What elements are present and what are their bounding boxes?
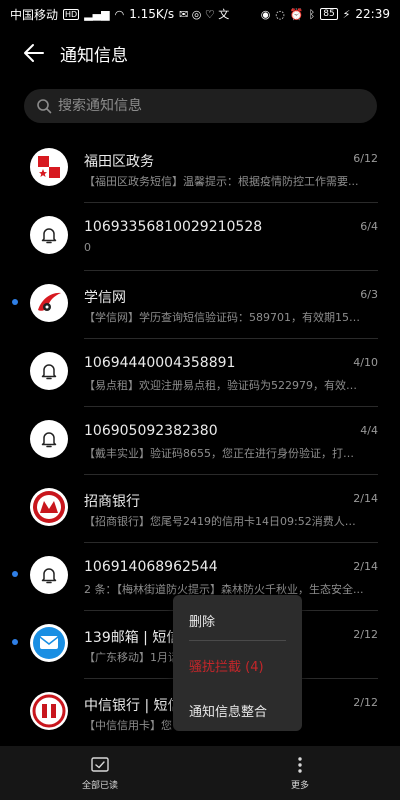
default-avatar: [30, 556, 68, 594]
list-item[interactable]: 学信网 6/3 【学信网】学历查询短信验证码：589701，有效期15分...: [0, 271, 400, 339]
back-button[interactable]: [12, 31, 56, 75]
message-date: 6/3: [360, 288, 378, 301]
mark-all-read-label: 全部已读: [81, 780, 118, 791]
message-preview: 【招商银行】您尾号2419的信用卡14日09:52消费人民币...: [84, 515, 364, 528]
back-arrow-icon: [24, 44, 44, 62]
sender-name: 10693356810029210528: [84, 219, 263, 235]
hd-badge: HD: [63, 8, 80, 20]
message-date: 4/10: [353, 356, 378, 369]
message-preview: 【福田区政务短信】温馨提示：根据疫情防控工作需要...: [84, 175, 359, 188]
carrier-label: 中国移动: [10, 7, 59, 22]
more-label: 更多: [290, 780, 309, 791]
bell-icon: [41, 228, 57, 244]
battery-icon: 85: [320, 8, 338, 20]
wifi-icon: ◠: [114, 7, 125, 21]
sender-name: 106905092382380: [84, 423, 218, 439]
clock: 22:39: [355, 7, 390, 21]
bluetooth-icon: ᛒ: [308, 7, 316, 21]
sender-name: 10694440004358891: [84, 355, 236, 371]
sender-name: 福田区政务: [84, 154, 154, 170]
menu-item-merge[interactable]: 通知信息整合: [189, 701, 267, 720]
citic-avatar: [30, 692, 68, 730]
list-item[interactable]: 招商银行 2/14 【招商银行】您尾号2419的信用卡14日09:52消费人民币…: [0, 475, 400, 543]
status-bar: 中国移动 HD ▂▄▆ ◠ 1.15K/s ✉ ◎ ♡ 文 ◉ ◌ ⏰ ᛒ 85…: [0, 0, 400, 28]
search-bar[interactable]: [24, 89, 377, 123]
citic-logo-icon: [32, 694, 66, 728]
bell-icon: [41, 568, 57, 584]
message-preview: 0: [84, 241, 91, 254]
app-header: 通知信息: [0, 30, 400, 76]
more-button[interactable]: 更多: [200, 746, 400, 800]
fudian-gov-logo-icon: [38, 156, 60, 178]
default-avatar: [30, 352, 68, 390]
sender-name: 招商银行: [84, 494, 140, 510]
mark-read-icon: [91, 756, 109, 772]
list-item[interactable]: 10694440004358891 4/10 【易点租】欢迎注册易点租，验证码为…: [0, 339, 400, 407]
more-vertical-icon: [298, 756, 302, 773]
message-date: 2/14: [353, 492, 378, 505]
notification-icons: ✉ ◎ ♡ 文: [179, 8, 230, 21]
sender-name: 学信网: [84, 290, 126, 306]
fudian-gov-avatar: [30, 148, 68, 186]
mail-139-logo-icon: [33, 627, 65, 659]
list-item[interactable]: 10693356810029210528 6/4 0: [0, 203, 400, 271]
context-menu: 删除 骚扰拦截 (4) 通知信息整合: [173, 595, 302, 731]
message-preview: 【易点租】欢迎注册易点租，验证码为522979，有效时...: [84, 379, 364, 392]
network-speed: 1.15K/s: [129, 7, 175, 21]
bell-icon: [41, 432, 57, 448]
message-preview: 【学信网】学历查询短信验证码：589701，有效期15分...: [84, 311, 364, 324]
message-date: 4/4: [360, 424, 378, 437]
menu-divider: [189, 640, 286, 641]
search-input[interactable]: [58, 98, 348, 114]
alarm-icon: ⏰: [289, 7, 304, 21]
xuexin-logo-icon: [38, 292, 61, 311]
cmb-logo-icon: [33, 491, 65, 523]
unread-indicator: [12, 299, 18, 305]
mark-all-read-button[interactable]: 全部已读: [0, 746, 200, 800]
default-avatar: [30, 420, 68, 458]
unread-indicator: [12, 571, 18, 577]
message-date: 2/14: [353, 560, 378, 573]
message-date: 6/12: [353, 152, 378, 165]
menu-item-block[interactable]: 骚扰拦截 (4): [189, 656, 264, 675]
eye-icon: ◉: [260, 7, 271, 21]
charging-icon: ⚡: [342, 7, 351, 21]
bottom-toolbar: 全部已读 更多: [0, 746, 400, 800]
message-date: 2/12: [353, 696, 378, 709]
mail-139-avatar: [30, 624, 68, 662]
list-item[interactable]: 106905092382380 4/4 【戴丰实业】验证码8655，您正在进行身…: [0, 407, 400, 475]
page-title: 通知信息: [60, 45, 128, 66]
signal-icon: ▂▄▆: [84, 7, 110, 21]
message-date: 2/12: [353, 628, 378, 641]
message-date: 6/4: [360, 220, 378, 233]
mute-icon: ◌: [275, 7, 285, 21]
list-item[interactable]: 福田区政务 6/12 【福田区政务短信】温馨提示：根据疫情防控工作需要...: [0, 135, 400, 203]
menu-item-delete[interactable]: 删除: [189, 611, 215, 630]
message-preview: 【戴丰实业】验证码8655，您正在进行身份验证，打死...: [84, 447, 364, 460]
default-avatar: [30, 216, 68, 254]
bell-icon: [41, 364, 57, 380]
search-icon: [37, 99, 52, 114]
cmb-avatar: [30, 488, 68, 526]
xuexin-avatar: [30, 284, 68, 322]
unread-indicator: [12, 639, 18, 645]
sender-name: 106914068962544: [84, 559, 218, 575]
